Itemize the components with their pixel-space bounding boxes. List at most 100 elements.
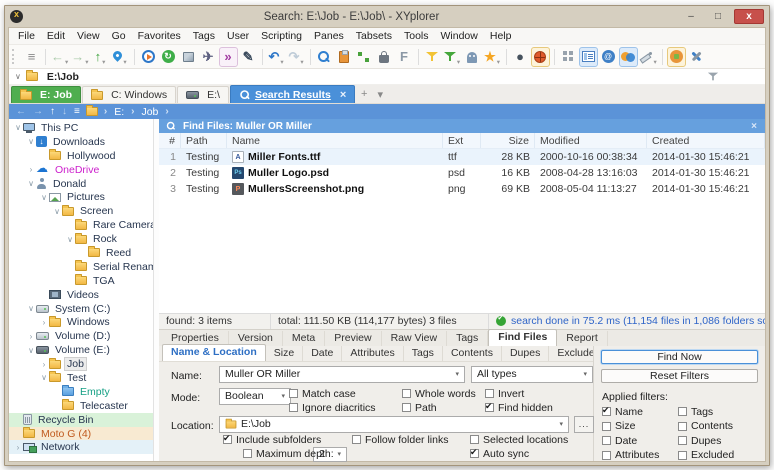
file-row-miller-fonts-ttf[interactable]: 1TestingMiller Fonts.ttfttf28 KB2000-10-… [159, 149, 765, 165]
checkbox-include-subfolders[interactable]: Include subfolders [223, 434, 321, 446]
sidebar-item-empty[interactable]: Empty [9, 385, 153, 399]
tab-raw-view[interactable]: Raw View [382, 331, 448, 346]
package-icon[interactable] [179, 47, 198, 67]
new-tab-button[interactable]: + [356, 88, 372, 100]
sidebar-item-job[interactable]: ›Job [9, 357, 153, 371]
tab-find-files[interactable]: Find Files [488, 329, 557, 346]
checkbox-attributes[interactable]: Attributes [602, 449, 678, 461]
back-icon[interactable]: ←▾ [50, 47, 69, 67]
tab-search-results[interactable]: Search Results× [230, 85, 355, 103]
sidebar-item-tga[interactable]: TGA [9, 274, 153, 288]
up-icon[interactable]: ↑ [50, 107, 55, 117]
tree-expander-icon[interactable]: ∨ [26, 346, 36, 355]
reset-filters-button[interactable]: Reset Filters [601, 369, 758, 383]
menu-help[interactable]: Help [484, 28, 518, 45]
subtab-dupes[interactable]: Dupes [502, 346, 549, 361]
forward-icon[interactable]: →▾ [70, 47, 89, 67]
gear-badge-icon[interactable] [599, 47, 618, 67]
checkbox-whole-words[interactable]: Whole words [402, 388, 476, 400]
chevron-down-icon[interactable]: ▾ [333, 450, 341, 458]
redo-icon[interactable]: ↷▾ [287, 47, 306, 67]
edit-pen-icon[interactable]: ✎ [239, 47, 258, 67]
menu-toggle-icon[interactable]: ≡ [22, 47, 41, 67]
column-header-name[interactable]: Name [227, 133, 443, 148]
sidebar-item-rare-cameras[interactable]: Rare Cameras [9, 218, 153, 232]
menu-favorites[interactable]: Favorites [132, 28, 187, 45]
visual-filter-icon[interactable] [708, 72, 718, 81]
breadcrumb-job[interactable]: Job [141, 106, 158, 118]
color-filter-icon[interactable] [619, 47, 638, 67]
tab-close-icon[interactable]: × [340, 89, 346, 101]
tree-expander-icon[interactable]: › [39, 360, 49, 369]
filter-green-icon[interactable]: ▾ [443, 47, 462, 67]
location-input[interactable]: E:\Job▾ [219, 416, 569, 433]
sidebar-item-windows[interactable]: ›Windows [9, 315, 153, 329]
sidebar-item-recycle-bin[interactable]: Recycle Bin [9, 413, 153, 427]
tab-preview[interactable]: Preview [325, 331, 381, 346]
column-header-modified[interactable]: Modified [535, 133, 647, 148]
tree-expander-icon[interactable]: ∨ [65, 235, 75, 244]
checkbox-invert[interactable]: Invert [485, 388, 524, 400]
sidebar-item-serial-rename[interactable]: Serial Rename [9, 260, 153, 274]
checkbox-name[interactable]: Name [602, 406, 678, 418]
sidebar-item-volume-d[interactable]: ›Volume (D:) [9, 329, 153, 343]
sidebar-item-telecaster[interactable]: Telecaster [9, 399, 153, 413]
column-header-path[interactable]: Path [181, 133, 227, 148]
sidebar-item-volume-e[interactable]: ∨Volume (E:) [9, 343, 153, 357]
favorites-star-icon[interactable]: ★▾ [483, 47, 502, 67]
column-header-size[interactable]: Size [481, 133, 535, 148]
undo-icon[interactable]: ↶▾ [267, 47, 286, 67]
tree-expander-icon[interactable]: ∨ [52, 207, 62, 216]
paste-icon[interactable] [335, 47, 354, 67]
chevron-down-icon[interactable]: ▾ [451, 370, 459, 378]
grid-view-icon[interactable] [559, 47, 578, 67]
sidebar-item-system-c[interactable]: ∨System (C:) [9, 302, 153, 316]
checkbox-selected-locations[interactable]: Selected locations [470, 434, 568, 446]
subtab-date[interactable]: Date [303, 346, 342, 361]
search-icon[interactable] [315, 47, 334, 67]
sidebar-item-pictures[interactable]: ∨Pictures [9, 190, 153, 204]
settings-circle-icon[interactable] [667, 47, 686, 67]
sidebar-item-hollywood[interactable]: Hollywood [9, 149, 153, 163]
location-pin-icon[interactable]: ▾ [111, 47, 130, 67]
checkbox-auto-sync[interactable]: Auto sync [470, 448, 529, 460]
file-row-muller-logo-psd[interactable]: 2TestingMuller Logo.psdpsd16 KB2008-04-2… [159, 165, 765, 181]
breadcrumb-e[interactable]: E: [114, 106, 124, 118]
tab-report[interactable]: Report [557, 331, 608, 346]
sidebar-item-rock[interactable]: ∨Rock [9, 232, 153, 246]
menu-edit[interactable]: Edit [41, 28, 71, 45]
bag-icon[interactable] [375, 47, 394, 67]
menu-tools[interactable]: Tools [398, 28, 435, 45]
collapse-tree-icon[interactable]: ∨ [15, 72, 21, 81]
refresh-icon[interactable] [159, 47, 178, 67]
address-path[interactable]: E:\Job [47, 71, 79, 83]
subtab-size[interactable]: Size [266, 346, 303, 361]
chevron-down-icon[interactable]: ▾ [579, 370, 587, 378]
checkbox-dupes[interactable]: Dupes [678, 435, 754, 447]
sidebar-item-downloads[interactable]: ∨Downloads [9, 135, 153, 149]
sidebar-item-moto-g-4[interactable]: Moto G (4) [9, 427, 153, 441]
tree-expander-icon[interactable]: ∨ [26, 304, 36, 313]
ghost-icon[interactable] [463, 47, 482, 67]
name-input[interactable]: Muller OR Miller▾ [219, 366, 465, 383]
go-to-icon[interactable] [139, 47, 158, 67]
tab-meta[interactable]: Meta [283, 331, 325, 346]
flag-icon[interactable]: F [395, 47, 414, 67]
tab-c-windows[interactable]: C: Windows [82, 86, 176, 103]
filter-yellow-icon[interactable] [423, 47, 442, 67]
checkbox-find-hidden[interactable]: Find hidden [485, 402, 553, 414]
checkbox-excluded[interactable]: Excluded [678, 449, 754, 461]
tree-expander-icon[interactable]: › [26, 165, 36, 174]
menu-scripting[interactable]: Scripting [255, 28, 308, 45]
tab-tags[interactable]: Tags [447, 331, 488, 346]
sidebar-item-network[interactable]: ›Network [9, 440, 153, 454]
menu-file[interactable]: File [12, 28, 41, 45]
tools-icon[interactable] [687, 47, 706, 67]
browse-button[interactable]: ... [574, 416, 594, 433]
checkbox-contents[interactable]: Contents [678, 420, 754, 432]
sidebar-item-reed[interactable]: Reed [9, 246, 153, 260]
minimize-button[interactable]: – [680, 9, 702, 24]
sidebar-item-onedrive[interactable]: ›OneDrive [9, 163, 153, 177]
tree-expander-icon[interactable]: › [13, 443, 23, 452]
details-view-icon[interactable] [579, 47, 598, 67]
